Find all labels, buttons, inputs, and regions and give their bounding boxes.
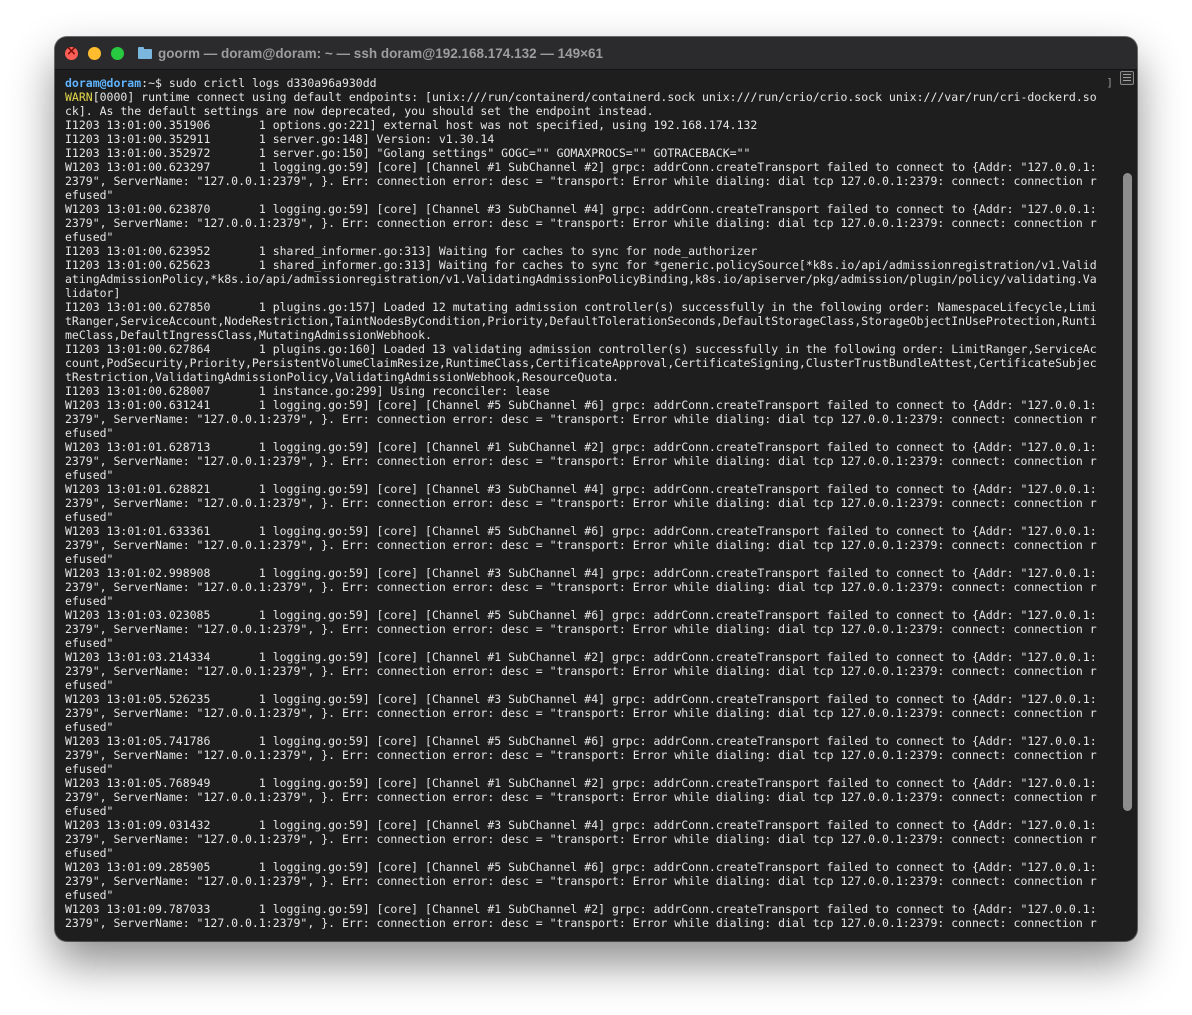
log-line: W1203 13:01:03.023085 1 logging.go:59] [… [65, 608, 1097, 622]
log-line: efused" [65, 678, 114, 692]
prompt-user: doram@doram [65, 76, 142, 90]
log-output: WARN[0000] runtime connect using default… [65, 90, 1123, 930]
log-line: efused" [65, 230, 114, 244]
log-line: efused" [65, 552, 114, 566]
terminal-window: goorm — doram@doram: ~ — ssh doram@192.1… [55, 37, 1137, 941]
log-line: W1203 13:01:00.631241 1 logging.go:59] [… [65, 398, 1097, 412]
log-line: 2379", ServerName: "127.0.0.1:2379", }. … [65, 748, 1097, 762]
log-line: 2379", ServerName: "127.0.0.1:2379", }. … [65, 790, 1097, 804]
log-line: 2379", ServerName: "127.0.0.1:2379", }. … [65, 622, 1097, 636]
log-line: efused" [65, 846, 114, 860]
log-line: W1203 13:01:01.628713 1 logging.go:59] [… [65, 440, 1097, 454]
log-line: 2379", ServerName: "127.0.0.1:2379", }. … [65, 706, 1097, 720]
terminal-output[interactable]: doram@doram:~$ sudo crictl logs d330a96a… [65, 76, 1123, 936]
log-line: 2379", ServerName: "127.0.0.1:2379", }. … [65, 412, 1097, 426]
log-line: efused" [65, 888, 114, 902]
log-line: I1203 13:01:00.627864 1 plugins.go:160] … [65, 342, 1097, 356]
log-line: W1203 13:01:01.628821 1 logging.go:59] [… [65, 482, 1097, 496]
log-line: efused" [65, 762, 114, 776]
log-line: efused" [65, 594, 114, 608]
log-line: W1203 13:01:09.031432 1 logging.go:59] [… [65, 818, 1097, 832]
log-line: count,PodSecurity,Priority,PersistentVol… [65, 356, 1097, 370]
log-line: I1203 13:01:00.628007 1 instance.go:299]… [65, 384, 550, 398]
log-line: efused" [65, 468, 114, 482]
log-line: W1203 13:01:05.526235 1 logging.go:59] [… [65, 692, 1097, 706]
log-line: 2379", ServerName: "127.0.0.1:2379", }. … [65, 874, 1097, 888]
title-bar[interactable]: goorm — doram@doram: ~ — ssh doram@192.1… [55, 37, 1137, 70]
log-line: tRestriction,ValidatingAdmissionPolicy,V… [65, 370, 619, 384]
log-line: W1203 13:01:09.787033 1 logging.go:59] [… [65, 902, 1097, 916]
log-line: 2379", ServerName: "127.0.0.1:2379", }. … [65, 216, 1097, 230]
log-line: W1203 13:01:00.623870 1 logging.go:59] [… [65, 202, 1097, 216]
log-line: W1203 13:01:00.623297 1 logging.go:59] [… [65, 160, 1097, 174]
log-line: 2379", ServerName: "127.0.0.1:2379", }. … [65, 916, 1097, 930]
log-line: tRanger,ServiceAccount,NodeRestriction,T… [65, 314, 1097, 328]
log-line: I1203 13:01:00.351906 1 options.go:221] … [65, 118, 758, 132]
prompt-command: :~$ sudo crictl logs d330a96a930dd [141, 76, 377, 90]
log-line: W1203 13:01:01.633361 1 logging.go:59] [… [65, 524, 1097, 538]
log-line: ck]. As the default settings are now dep… [65, 104, 654, 118]
log-line: efused" [65, 188, 114, 202]
warn-prefix: WARN [65, 90, 93, 104]
log-line: W1203 13:01:05.741786 1 logging.go:59] [… [65, 734, 1097, 748]
log-line: efused" [65, 720, 114, 734]
log-line: 2379", ServerName: "127.0.0.1:2379", }. … [65, 664, 1097, 678]
log-line: 2379", ServerName: "127.0.0.1:2379", }. … [65, 174, 1097, 188]
close-icon[interactable] [65, 44, 78, 60]
log-line: efused" [65, 510, 114, 524]
log-line: 2379", ServerName: "127.0.0.1:2379", }. … [65, 454, 1097, 468]
log-line: I1203 13:01:00.623952 1 shared_informer.… [65, 244, 758, 258]
log-line: 2379", ServerName: "127.0.0.1:2379", }. … [65, 832, 1097, 846]
minimize-icon[interactable] [88, 47, 101, 60]
log-line: lidator] [65, 286, 121, 300]
log-line: efused" [65, 804, 114, 818]
log-line: I1203 13:01:00.627850 1 plugins.go:157] … [65, 300, 1097, 314]
log-line: meClass,DefaultIngressClass,MutatingAdmi… [65, 328, 432, 342]
log-line: efused" [65, 636, 114, 650]
window-title-group: goorm — doram@doram: ~ — ssh doram@192.1… [138, 44, 603, 62]
log-line: I1203 13:01:00.352911 1 server.go:148] V… [65, 132, 495, 146]
maximize-icon[interactable] [111, 47, 124, 60]
log-line: W1203 13:01:03.214334 1 logging.go:59] [… [65, 650, 1097, 664]
log-line: W1203 13:01:05.768949 1 logging.go:59] [… [65, 776, 1097, 790]
log-line: W1203 13:01:09.285905 1 logging.go:59] [… [65, 860, 1097, 874]
prompt-line: doram@doram:~$ sudo crictl logs d330a96a… [65, 76, 1123, 90]
log-line: I1203 13:01:00.625623 1 shared_informer.… [65, 258, 1097, 272]
folder-icon [138, 47, 152, 59]
log-line: I1203 13:01:00.352972 1 server.go:150] "… [65, 146, 751, 160]
log-line: WARN[0000] runtime connect using default… [65, 90, 1123, 104]
log-text: [0000] runtime connect using default end… [92, 90, 1097, 104]
log-line: 2379", ServerName: "127.0.0.1:2379", }. … [65, 496, 1097, 510]
log-line: W1203 13:01:02.998908 1 logging.go:59] [… [65, 566, 1097, 580]
log-line: atingAdmissionPolicy,*k8s.io/api/admissi… [65, 272, 1097, 286]
log-line: 2379", ServerName: "127.0.0.1:2379", }. … [65, 538, 1097, 552]
log-line: efused" [65, 426, 114, 440]
log-line: 2379", ServerName: "127.0.0.1:2379", }. … [65, 580, 1097, 594]
window-title: goorm — doram@doram: ~ — ssh doram@192.1… [158, 45, 604, 61]
scrollbar-thumb[interactable] [1123, 173, 1132, 811]
